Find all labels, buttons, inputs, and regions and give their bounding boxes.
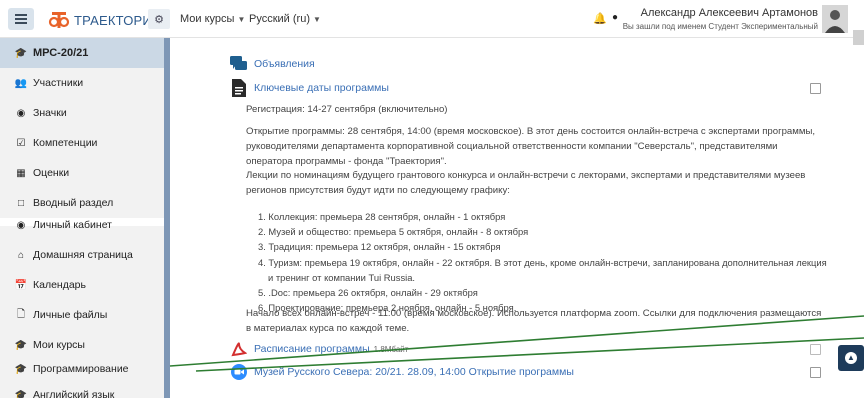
language-label: Русский (ru) [249, 13, 310, 25]
sidebar-item-competencies[interactable]: ☑ Компетенции [0, 128, 164, 158]
key-dates-link[interactable]: Ключевые даты программы [254, 82, 389, 94]
graduation-cap-icon: 🎓 [14, 339, 28, 351]
list-item: 4. Туризм: премьера 19 октября, онлайн -… [258, 256, 827, 268]
logged-in-as: Вы зашли под именем Студент Эксперимента… [622, 22, 818, 31]
forum-icon [230, 55, 248, 73]
top-navbar: ТРАЕКТОРИЯ ⚙ Мои курсы ▼ Русский (ru) ▼ 🔔 … [0, 0, 864, 38]
sidebar-item-label: МРС-20/21 [33, 47, 89, 59]
sidebar-item-label: Мои курсы [33, 339, 85, 351]
graduation-cap-icon: 🎓 [14, 47, 28, 59]
page-icon [230, 79, 248, 97]
key-dates-activity[interactable]: Ключевые даты программы [230, 79, 389, 97]
schedule-list: 1. Коллекция: премьера 28 сентября, онла… [246, 209, 827, 315]
file-icon: 🗋 [16, 308, 26, 320]
sidebar-item-label: Личный кабинет [33, 219, 112, 231]
folder-icon: □ [17, 197, 25, 209]
completion-checkbox[interactable] [810, 367, 821, 378]
table-icon: ▦ [16, 167, 26, 179]
zoom-meeting-activity[interactable]: Музей Русского Севера: 20/21. 28.09, 14:… [230, 363, 574, 381]
sidebar-item-private-files[interactable]: 🗋 Личные файлы [0, 300, 164, 330]
trajectory-logo-icon [48, 12, 70, 28]
menu-icon[interactable] [8, 8, 34, 30]
arrow-up-icon: ▲ [845, 352, 857, 364]
sidebar-item-label: Календарь [33, 279, 86, 291]
pdf-icon [230, 340, 248, 358]
back-to-top-button[interactable]: ▲ [838, 345, 864, 371]
opening-text: Открытие программы: 28 сентября, 14:00 (… [246, 126, 816, 167]
gear-icon[interactable]: ⚙ [148, 9, 170, 29]
file-size: 1.8Мбайт [373, 344, 409, 354]
announcements-link[interactable]: Объявления [254, 58, 315, 70]
sidebar-item-label: Вводный раздел [33, 197, 114, 209]
lectures-intro-text: Лекции по номинациям будущего грантового… [246, 170, 806, 196]
bell-icon[interactable]: 🔔 [593, 12, 607, 25]
sidebar-item-label: Оценки [33, 167, 70, 179]
sidebar: 🎓 МРС-20/21 👥 Участники ◉ Значки ☑ Компе… [0, 38, 164, 398]
course-content: Объявления Ключевые даты программы Регис… [170, 38, 864, 398]
graduation-cap-icon: 🎓 [14, 363, 28, 375]
home-icon: ⌂ [17, 249, 25, 261]
avatar[interactable] [822, 5, 848, 33]
sidebar-item-label: Личные файлы [33, 309, 108, 321]
graduation-cap-icon: 🎓 [14, 389, 28, 398]
sidebar-item-label: Домашняя страница [33, 249, 133, 261]
sidebar-item-label: Значки [33, 107, 67, 119]
sidebar-item-dashboard[interactable]: ◉ Личный кабинет [0, 210, 164, 240]
sidebar-item-calendar[interactable]: 📅 Календарь [0, 270, 164, 300]
meetings-note-text: Начало всех онлайн-встреч - 11:00 (время… [246, 308, 822, 334]
schedule-file-activity[interactable]: Расписание программы 1.8Мбайт [230, 340, 408, 358]
chevron-down-icon: ▼ [237, 15, 246, 24]
language-menu[interactable]: Русский (ru) ▼ [249, 13, 321, 25]
sidebar-item-label: Компетенции [33, 137, 98, 149]
site-logo[interactable]: ТРАЕКТОРИЯ [48, 9, 162, 31]
sidebar-item-badges[interactable]: ◉ Значки [0, 98, 164, 128]
calendar-icon: 📅 [14, 279, 28, 291]
sidebar-item-label: Программирование [33, 363, 129, 375]
list-item: 5. .Doc: премьера 26 октября, онлайн - 2… [258, 287, 478, 299]
chevron-down-icon: ▼ [312, 15, 321, 24]
schedule-file-link[interactable]: Расписание программы [254, 343, 370, 355]
my-courses-label: Мои курсы [180, 13, 235, 25]
list-item: 2. Музей и общество: премьера 5 октября,… [258, 226, 529, 238]
users-icon: 👥 [14, 77, 28, 89]
sidebar-item-english[interactable]: 🎓 Английский язык [0, 380, 164, 398]
dashboard-icon: ◉ [16, 219, 26, 231]
chat-icon[interactable]: ● [612, 12, 618, 23]
list-item: 3. Традиция: премьера 12 октября, онлайн… [258, 241, 501, 253]
sidebar-item-participants[interactable]: 👥 Участники [0, 68, 164, 98]
shield-icon: ◉ [16, 107, 26, 119]
completion-checkbox[interactable] [810, 344, 821, 355]
app-window: ТРАЕКТОРИЯ ⚙ Мои курсы ▼ Русский (ru) ▼ 🔔 … [0, 0, 864, 398]
check-square-icon: ☑ [16, 137, 26, 149]
list-item: 1. Коллекция: премьера 28 сентября, онла… [258, 211, 506, 222]
list-item: и тренинг от компании Tui Russia. [268, 271, 416, 283]
user-name[interactable]: Александр Алексеевич Артамонов [641, 7, 818, 19]
sidebar-item-course[interactable]: 🎓 МРС-20/21 [0, 38, 164, 68]
announcements-activity[interactable]: Объявления [230, 55, 315, 73]
sidebar-item-label: Участники [33, 77, 84, 89]
zoom-meeting-link[interactable]: Музей Русского Севера: 20/21. 28.09, 14:… [254, 366, 574, 378]
registration-text: Регистрация: 14-27 сентября (включительн… [246, 104, 448, 115]
sidebar-item-label: Английский язык [33, 389, 115, 398]
sidebar-item-home[interactable]: ⌂ Домашняя страница [0, 240, 164, 270]
video-camera-icon [230, 363, 248, 381]
completion-checkbox[interactable] [810, 83, 821, 94]
sidebar-item-grades[interactable]: ▦ Оценки [0, 158, 164, 188]
my-courses-menu[interactable]: Мои курсы ▼ [180, 13, 245, 25]
